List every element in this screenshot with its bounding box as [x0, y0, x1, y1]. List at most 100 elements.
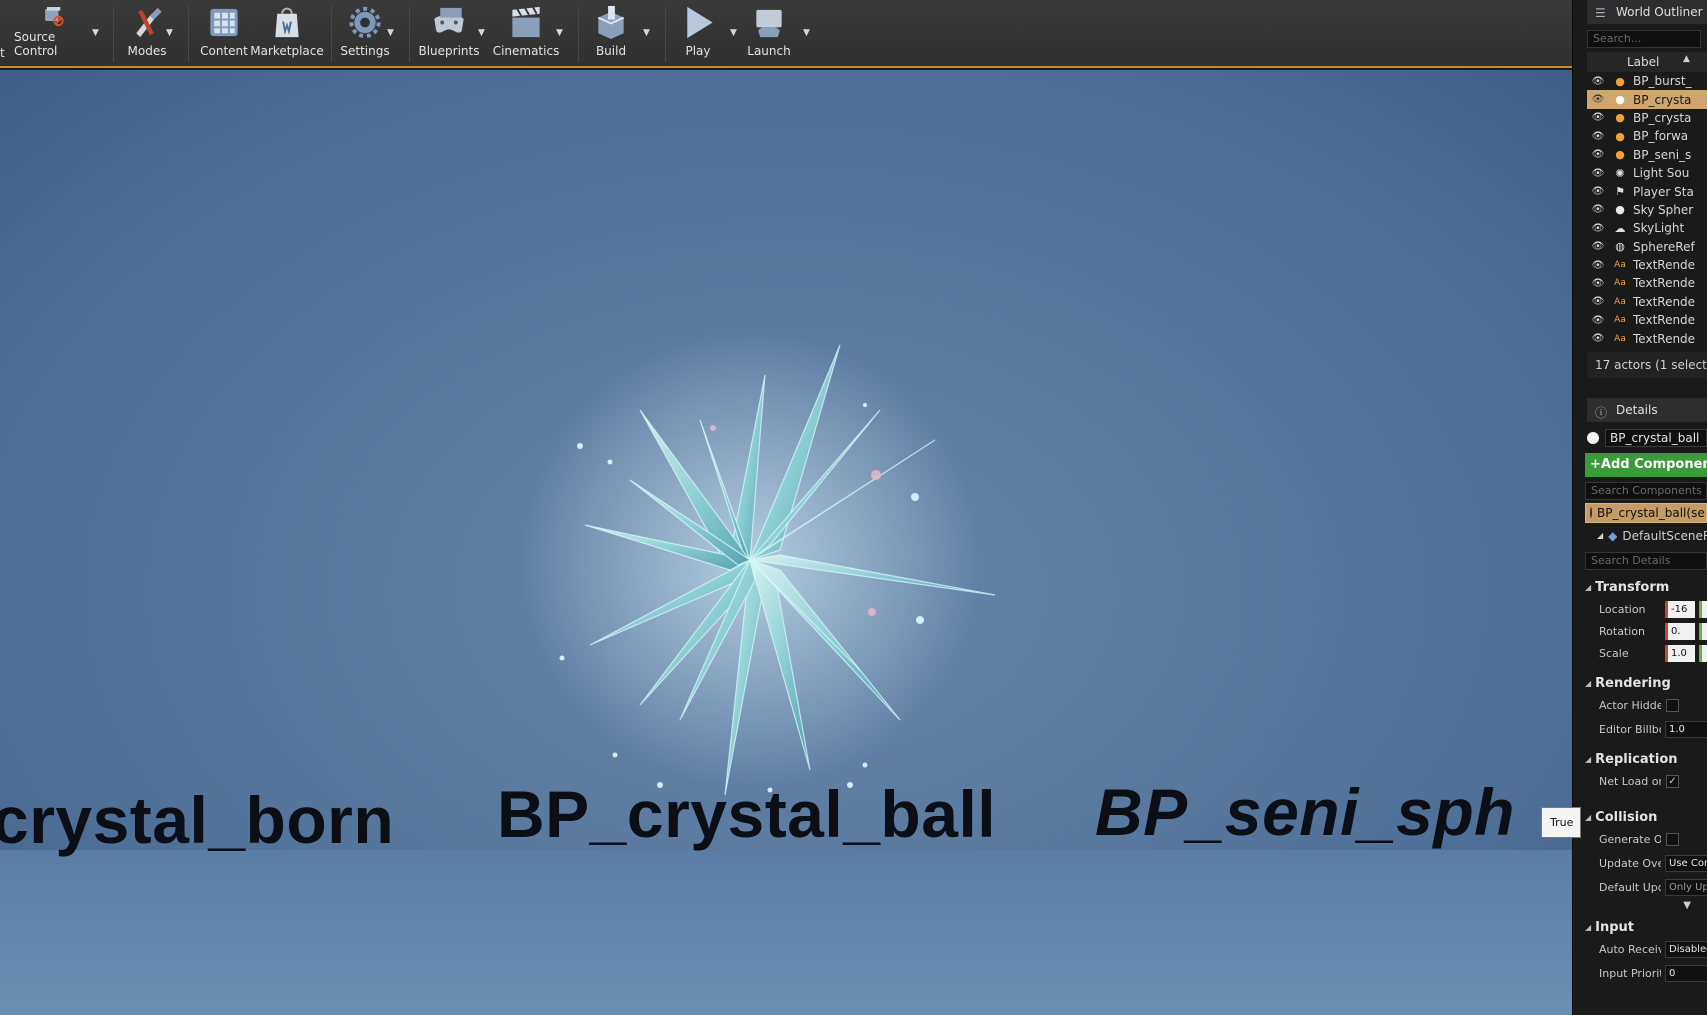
outliner-label-column-text: Label — [1627, 55, 1660, 69]
rotation-x-field[interactable]: 0. — [1665, 623, 1695, 641]
default-update-property: Default Upda Only Up — [1585, 876, 1707, 900]
outliner-row-selected[interactable]: 👁 ● BP_crysta — [1587, 90, 1707, 109]
outliner-row[interactable]: 👁 ● Sky Spher — [1587, 201, 1707, 219]
outliner-label-column-header[interactable]: Label ▲ — [1587, 52, 1707, 72]
outliner-row[interactable]: 👁 Aa TextRende — [1587, 293, 1707, 311]
visibility-eye-icon[interactable]: 👁 — [1587, 168, 1609, 179]
editor-billboard-label: Editor Billboa — [1599, 723, 1661, 737]
modes-dropdown-icon[interactable]: ▼ — [166, 28, 176, 38]
input-priority-field[interactable]: 0 — [1665, 965, 1707, 983]
cinematics-button[interactable]: Cinematics — [492, 4, 560, 62]
build-button[interactable]: Build — [588, 4, 634, 62]
actor-name-field[interactable]: BP_crystal_ball — [1605, 428, 1707, 447]
rotation-label[interactable]: Rotation — [1585, 625, 1661, 638]
cinematics-dropdown-icon[interactable]: ▼ — [556, 28, 566, 38]
outliner-row[interactable]: 👁 ☁ SkyLight — [1587, 219, 1707, 237]
play-dropdown-icon[interactable]: ▼ — [730, 28, 740, 38]
toolbar-separator — [113, 6, 114, 62]
scale-x-field[interactable]: 1.0 — [1665, 645, 1695, 663]
transform-section-header[interactable]: ◢ Transform — [1585, 578, 1707, 598]
source-control-dropdown-icon[interactable]: ▼ — [92, 28, 102, 38]
details-tab[interactable]: ⓘ Details — [1587, 397, 1707, 422]
add-component-button[interactable]: + Add Component — [1585, 452, 1707, 477]
generate-overlap-checkbox[interactable] — [1666, 833, 1679, 847]
blueprints-dropdown-icon[interactable]: ▼ — [478, 28, 488, 38]
scale-y-field[interactable] — [1699, 645, 1707, 663]
component-self-row[interactable]: BP_crystal_ball(self — [1585, 502, 1707, 523]
outliner-row[interactable]: 👁 ⚑ Player Sta — [1587, 182, 1707, 200]
outliner-row[interactable]: 👁 ◍ SphereRef — [1587, 238, 1707, 256]
search-components-input[interactable]: Search Components — [1585, 481, 1707, 500]
blueprints-button[interactable]: Blueprints — [418, 4, 480, 62]
visibility-eye-icon[interactable]: 👁 — [1587, 278, 1609, 289]
build-dropdown-icon[interactable]: ▼ — [643, 28, 653, 38]
auto-receive-input-dropdown[interactable]: Disabled — [1665, 941, 1707, 959]
level-viewport[interactable]: crystal_born BP_crystal_ball BP_seni_sph — [0, 70, 1572, 1015]
crystal-ball-mesh[interactable] — [480, 250, 1080, 810]
search-details-input[interactable]: Search Details — [1585, 551, 1707, 570]
location-y-field[interactable] — [1699, 601, 1707, 619]
visibility-eye-icon[interactable]: 👁 — [1587, 241, 1609, 252]
update-overlaps-dropdown[interactable]: Use Con — [1665, 855, 1707, 873]
net-load-checkbox[interactable]: ✓ — [1666, 775, 1679, 789]
play-button[interactable]: Play — [676, 4, 720, 62]
advanced-expand-icon[interactable]: ▼ — [1585, 900, 1707, 916]
component-scene-root-row[interactable]: ◢ ◆ DefaultSceneRo — [1585, 526, 1707, 546]
launch-button[interactable]: Launch — [744, 4, 794, 62]
rendering-section-header[interactable]: ◢ Rendering — [1585, 674, 1707, 694]
launch-dropdown-icon[interactable]: ▼ — [803, 28, 813, 38]
skylight-icon: ☁ — [1614, 221, 1626, 235]
visibility-eye-icon[interactable]: 👁 — [1587, 315, 1609, 326]
visibility-eye-icon[interactable]: 👁 — [1587, 186, 1609, 197]
text-render-icon: Aa — [1614, 333, 1626, 344]
marketplace-button[interactable]: Marketplace — [250, 4, 324, 62]
editor-billboard-field[interactable]: 1.0 — [1665, 721, 1707, 739]
default-update-dropdown[interactable]: Only Up — [1665, 879, 1707, 897]
text-render-crystal-ball[interactable]: BP_crystal_ball — [497, 776, 996, 852]
visibility-eye-icon[interactable]: 👁 — [1587, 149, 1609, 160]
collapse-triangle-icon: ◢ — [1585, 755, 1592, 765]
sphere-icon: ● — [1615, 203, 1625, 217]
auto-receive-input-property: Auto Receiv Disabled — [1585, 938, 1707, 962]
outliner-row[interactable]: 👁 Aa TextRende — [1587, 256, 1707, 274]
outliner-row[interactable]: 👁 Aa TextRende — [1587, 311, 1707, 329]
input-section-header[interactable]: ◢ Input — [1585, 918, 1707, 938]
outliner-row[interactable]: 👁 Aa TextRende — [1587, 274, 1707, 292]
text-render-seni-sphere[interactable]: BP_seni_sph — [1095, 774, 1515, 850]
visibility-eye-icon[interactable]: 👁 — [1587, 260, 1609, 271]
outliner-row[interactable]: 👁 Aa TextRende — [1587, 329, 1707, 347]
world-outliner-tab[interactable]: ☰ World Outliner — [1587, 0, 1707, 24]
actor-name-row: BP_crystal_ball — [1587, 428, 1707, 448]
visibility-eye-icon[interactable]: 👁 — [1587, 204, 1609, 215]
visibility-eye-icon[interactable]: 👁 — [1587, 296, 1609, 307]
location-label[interactable]: Location — [1585, 603, 1661, 616]
actor-hidden-checkbox[interactable] — [1666, 699, 1679, 713]
outliner-row[interactable]: 👁 ● BP_burst_ — [1587, 72, 1707, 90]
location-property: Location -16 — [1585, 598, 1707, 622]
cinematics-label: Cinematics — [492, 44, 560, 58]
scale-label[interactable]: Scale — [1585, 647, 1661, 660]
outliner-search-input[interactable]: Search... — [1587, 30, 1701, 48]
content-button[interactable]: Content — [198, 4, 250, 62]
settings-dropdown-icon[interactable]: ▼ — [387, 28, 397, 38]
source-control-button[interactable]: Source Control — [14, 4, 92, 62]
outliner-row[interactable]: 👁 ● BP_crysta — [1587, 109, 1707, 127]
launch-icon — [756, 9, 782, 38]
location-x-field[interactable]: -16 — [1665, 601, 1695, 619]
visibility-eye-icon[interactable]: 👁 — [1587, 223, 1609, 234]
outliner-row[interactable]: 👁 ● BP_seni_s — [1587, 146, 1707, 164]
visibility-eye-icon[interactable]: 👁 — [1587, 94, 1609, 105]
visibility-eye-icon[interactable]: 👁 — [1587, 131, 1609, 142]
replication-section-header[interactable]: ◢ Replication — [1585, 750, 1707, 770]
rotation-y-field[interactable] — [1699, 623, 1707, 641]
outliner-row[interactable]: 👁 ✺ Light Sou — [1587, 164, 1707, 182]
visibility-eye-icon[interactable]: 👁 — [1587, 112, 1609, 123]
outliner-row[interactable]: 👁 ● BP_forwa — [1587, 127, 1707, 145]
source-control-label: Source Control — [14, 30, 58, 58]
settings-button[interactable]: Settings — [338, 4, 392, 62]
expand-triangle-icon[interactable]: ◢ — [1597, 531, 1603, 540]
visibility-eye-icon[interactable]: 👁 — [1587, 333, 1609, 344]
text-render-crystal-born[interactable]: crystal_born — [0, 782, 394, 858]
visibility-eye-icon[interactable]: 👁 — [1587, 76, 1609, 87]
collision-section-header[interactable]: ◢ Collision — [1585, 808, 1707, 828]
